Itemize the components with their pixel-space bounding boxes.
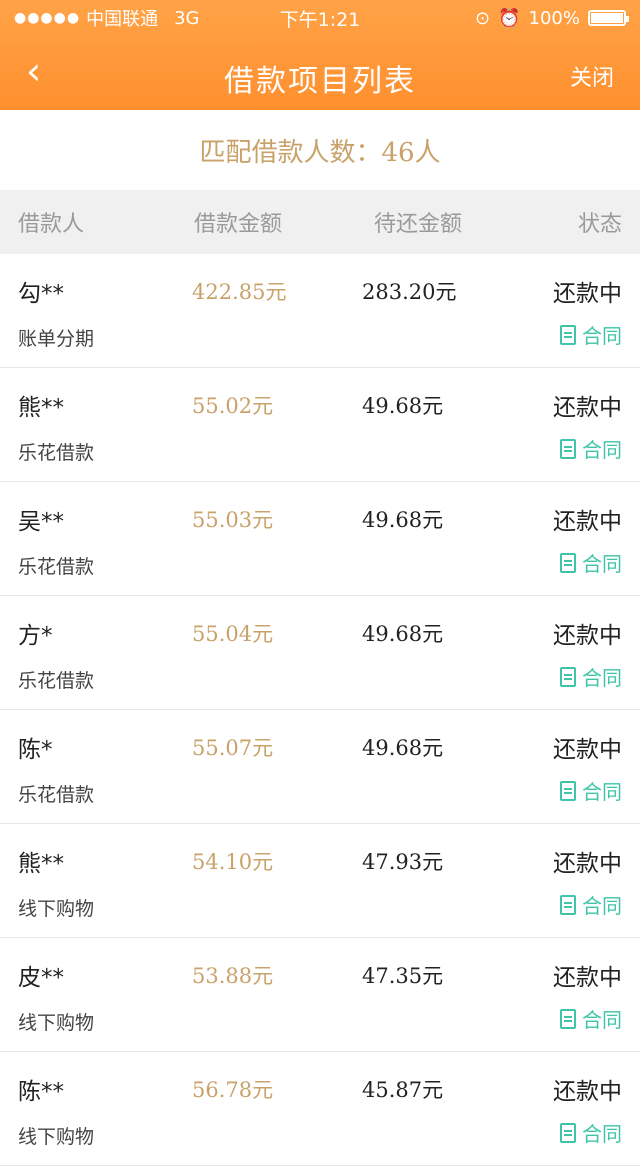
table-row[interactable]: 陈* 乐花借款 55.07元 49.68元 还款中合同 [0, 710, 640, 824]
loan-status: 还款中 [553, 509, 622, 535]
due-amount: 49.68元 [362, 736, 444, 760]
document-icon [560, 1008, 576, 1029]
table-row[interactable]: 熊** 乐花借款 55.02元 49.68元 还款中合同 [0, 368, 640, 482]
table-row[interactable]: 皮** 线下购物 53.88元 47.35元 还款中合同 [0, 938, 640, 1052]
borrower-name: 皮** [18, 965, 64, 991]
loan-amount: 55.03元 [192, 508, 274, 532]
contract-link[interactable]: 合同 [560, 1004, 622, 1033]
app-header: ●●●●● 中国联通 3G 下午1:21 ⊙ ⏰ 100% ‹ 借款项目列表 关… [0, 0, 640, 110]
loan-amount: 56.78元 [192, 1078, 274, 1102]
close-button[interactable]: 关闭 [570, 60, 614, 92]
loan-type: 乐花借款 [18, 556, 95, 578]
nav-bar: ‹ 借款项目列表 关闭 [0, 36, 640, 110]
loan-type: 乐花借款 [18, 784, 95, 806]
due-amount: 45.87元 [362, 1078, 444, 1102]
due-amount: 49.68元 [362, 394, 444, 418]
borrower-name: 熊** [18, 851, 64, 877]
loan-type: 乐花借款 [18, 442, 95, 464]
contract-link[interactable]: 合同 [560, 320, 622, 349]
loan-amount: 55.02元 [192, 394, 274, 418]
loan-list: 勾** 账单分期 422.85元 283.20元 还款中 合同 熊** 乐花借款 55.02元 4… [0, 254, 640, 1166]
loan-status: 还款中 [553, 965, 622, 991]
due-amount: 47.93元 [362, 850, 444, 874]
header-amount: 借款金额 [194, 212, 283, 237]
loan-amount: 422.85元 [192, 280, 287, 304]
contract-link[interactable]: 合同 [560, 434, 622, 463]
borrower-name: 熊** [18, 395, 64, 421]
loan-status: 还款中 [553, 737, 622, 763]
contract-label: 合同 [582, 894, 622, 918]
borrower-name: 陈** [18, 1079, 64, 1105]
loan-status: 还款中 [553, 851, 622, 877]
battery-icon [588, 10, 629, 26]
due-amount: 49.68元 [362, 622, 444, 646]
due-amount: 47.35元 [362, 964, 444, 988]
document-icon [560, 438, 576, 459]
due-amount: 283.20元 [362, 280, 457, 304]
document-icon [560, 552, 576, 573]
contract-label: 合同 [582, 324, 622, 348]
borrower-count: 匹配借款人数：46人 [199, 137, 441, 168]
contract-link[interactable]: 合同 [560, 548, 622, 577]
loan-type: 账单分期 [18, 328, 95, 350]
loan-type: 线下购物 [18, 898, 95, 920]
contract-label: 合同 [582, 780, 622, 804]
loan-type: 线下购物 [18, 1012, 95, 1034]
header-due: 待还金额 [374, 212, 463, 237]
contract-link[interactable]: 合同 [560, 1118, 622, 1147]
loan-type: 线下购物 [18, 1126, 95, 1148]
document-icon [560, 666, 576, 687]
contract-link[interactable]: 合同 [560, 662, 622, 691]
loan-status: 还款中 [553, 395, 622, 421]
borrower-name: 勾** [18, 281, 64, 307]
table-row[interactable]: 陈** 线下购物 56.78元 45.87元 还款中合同 [0, 1052, 640, 1166]
contract-label: 合同 [582, 1008, 622, 1032]
contract-label: 合同 [582, 1122, 622, 1146]
borrower-name: 陈* [18, 737, 53, 763]
document-icon [560, 1122, 576, 1143]
status-bar: ●●●●● 中国联通 3G 下午1:21 ⊙ ⏰ 100% [0, 0, 640, 36]
contract-label: 合同 [582, 438, 622, 462]
document-icon [560, 894, 576, 915]
document-icon [560, 324, 576, 345]
loan-amount: 55.07元 [192, 736, 274, 760]
loan-status: 还款中 [553, 281, 622, 307]
loan-type: 乐花借款 [18, 670, 95, 692]
header-borrower: 借款人 [18, 212, 85, 237]
loan-amount: 54.10元 [192, 850, 274, 874]
table-row[interactable]: 吴** 乐花借款 55.03元 49.68元 还款中合同 [0, 482, 640, 596]
header-status: 状态 [577, 212, 622, 237]
contract-label: 合同 [582, 666, 622, 690]
table-header: 借款人 借款金额 待还金额 状态 [0, 190, 640, 254]
due-amount: 49.68元 [362, 508, 444, 532]
borrower-name: 吴** [18, 509, 64, 535]
clock: 下午1:21 [279, 8, 361, 31]
table-row[interactable]: 熊** 线下购物 54.10元 47.93元 还款中合同 [0, 824, 640, 938]
page-title: 借款项目列表 [224, 64, 416, 99]
contract-link[interactable]: 合同 [560, 890, 622, 919]
loan-status: 还款中 [553, 623, 622, 649]
borrower-name: 方* [18, 623, 53, 649]
loan-amount: 55.04元 [192, 622, 274, 646]
table-row[interactable]: 方* 乐花借款 55.04元 49.68元 还款中合同 [0, 596, 640, 710]
contract-label: 合同 [582, 552, 622, 576]
contract-link[interactable]: 合同 [560, 776, 622, 805]
loan-status: 还款中 [553, 1079, 622, 1105]
loan-amount: 53.88元 [192, 964, 274, 988]
document-icon [560, 780, 576, 801]
table-row[interactable]: 勾** 账单分期 422.85元 283.20元 还款中合同 [0, 254, 640, 368]
